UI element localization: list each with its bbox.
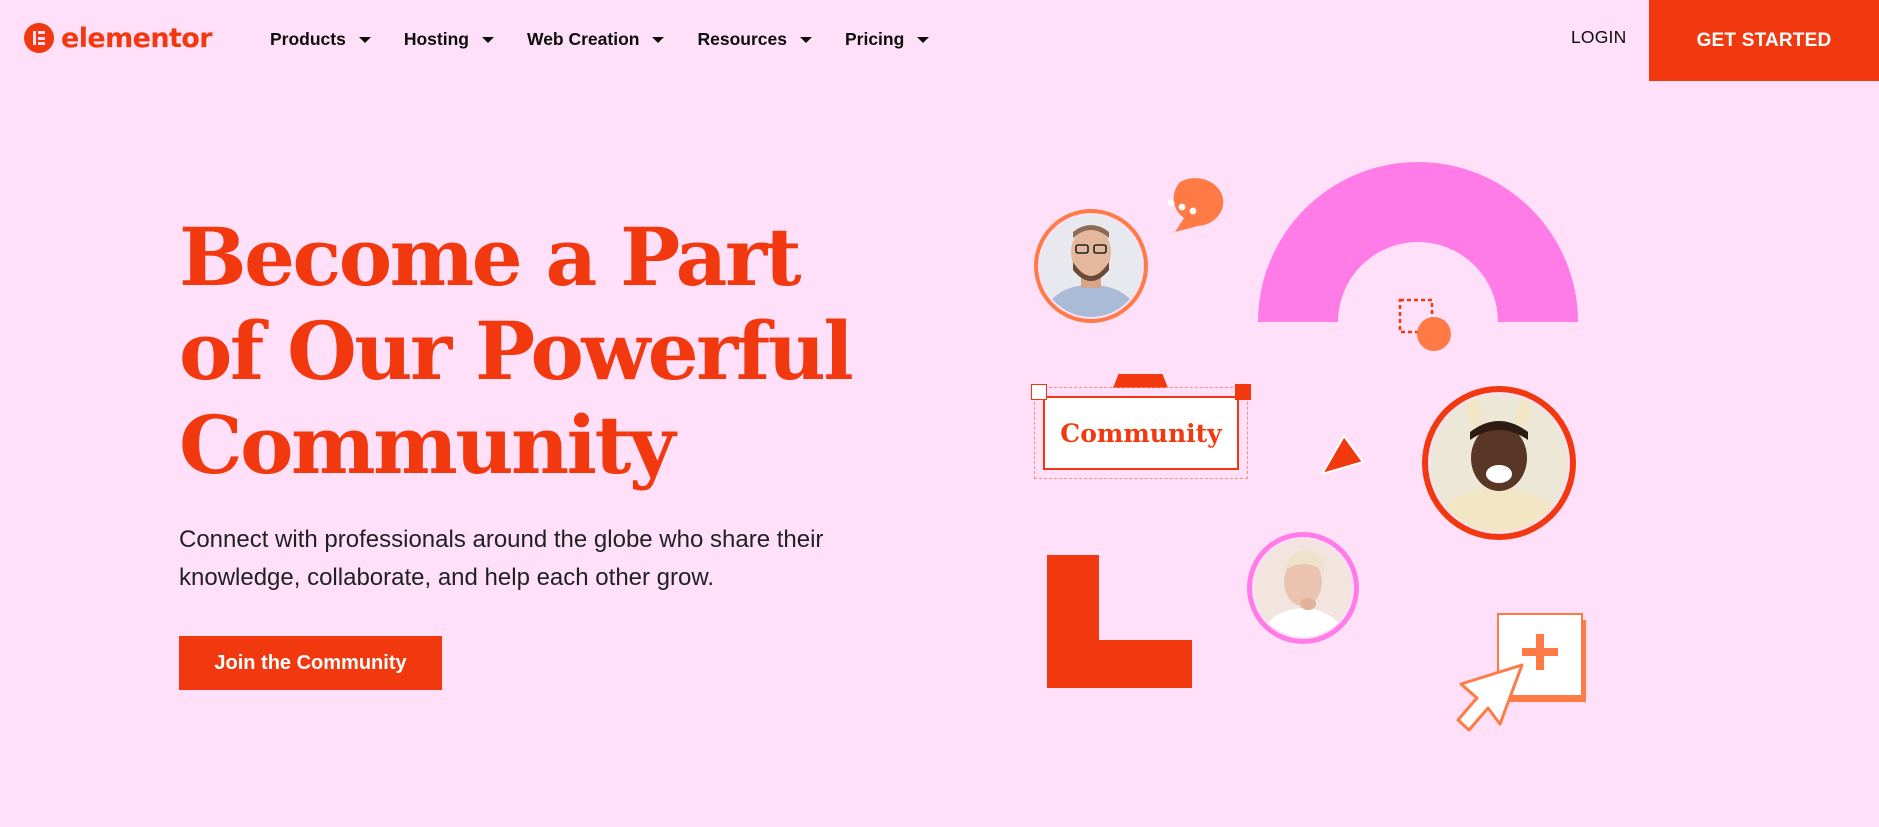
hero-subtitle-line: knowledge, collaborate, and help each ot…	[179, 564, 715, 591]
login-link[interactable]: LOGIN	[1571, 27, 1626, 48]
community-widget[interactable]: Community	[1031, 384, 1251, 479]
nav-item-label: Resources	[697, 28, 787, 49]
logo-wordmark: elementor	[61, 22, 213, 54]
hero-title: Become a Part of Our Powerful Community	[179, 210, 899, 492]
hero-subtitle: Connect with professionals around the gl…	[179, 521, 899, 597]
chevron-down-icon	[917, 37, 930, 43]
dashed-selection-square	[1398, 298, 1434, 334]
hero-subtitle-line: Connect with professionals around the gl…	[179, 526, 824, 553]
chat-bubble-icon	[1167, 178, 1224, 232]
nav-item-label: Hosting	[403, 28, 469, 49]
nav-item-pricing[interactable]: Pricing	[844, 28, 930, 50]
pink-arch-shape	[1258, 162, 1578, 322]
widget-tab-shape	[1113, 374, 1168, 388]
nav-item-label: Web Creation	[527, 28, 640, 49]
avatar-blonde-woman	[1247, 532, 1359, 644]
hero-title-line: of Our Powerful	[179, 304, 854, 398]
widget-layout-handle-icon[interactable]	[1031, 384, 1047, 400]
hero-title-line: Community	[179, 398, 675, 492]
plus-icon	[1497, 613, 1586, 702]
elementor-logo-icon	[24, 23, 54, 53]
nav-item-label: Pricing	[844, 28, 905, 49]
avatar-woman-laughing	[1422, 386, 1576, 540]
get-started-button[interactable]: GET STARTED	[1649, 0, 1879, 81]
chevron-down-icon	[482, 37, 494, 43]
community-widget-label: Community	[1043, 396, 1239, 470]
hero-title-line: Become a Part	[179, 210, 802, 304]
join-community-button[interactable]: Join the Community	[179, 636, 442, 690]
elementor-logo[interactable]: elementor	[24, 22, 213, 54]
cursor-arrow-icon	[1456, 663, 1524, 732]
site-header: elementor Products Hosting Web Creation …	[0, 0, 1879, 81]
chevron-down-icon	[358, 37, 371, 43]
pointer-triangle-icon	[1319, 434, 1365, 476]
chevron-down-icon	[799, 37, 812, 43]
nav-item-label: Products	[270, 28, 346, 49]
nav-item-products[interactable]: Products	[270, 29, 371, 50]
orange-dot	[1417, 317, 1451, 351]
nav-item-web-creation[interactable]: Web Creation	[527, 28, 665, 50]
nav-item-hosting[interactable]: Hosting	[404, 29, 494, 50]
step-shape	[1047, 555, 1192, 688]
widget-edit-handle-icon[interactable]	[1235, 384, 1251, 400]
chevron-down-icon	[652, 37, 665, 43]
nav-item-resources[interactable]: Resources	[697, 29, 812, 50]
avatar-man-glasses	[1034, 209, 1148, 323]
main-nav: Products Hosting Web Creation Resources …	[270, 24, 962, 54]
